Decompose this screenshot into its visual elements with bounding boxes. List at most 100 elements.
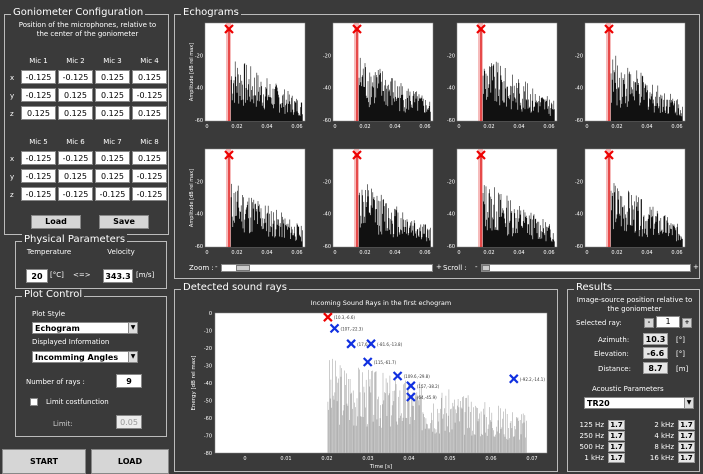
- num-rays-input[interactable]: 9: [116, 374, 142, 388]
- mic-coordinate-input[interactable]: -0.125: [21, 88, 56, 102]
- y-tick-label: -20: [447, 179, 455, 185]
- mic-coordinate-input[interactable]: -0.125: [58, 151, 93, 165]
- mic-header: Mic 5: [29, 138, 48, 146]
- echogram-plot: -20 -40 -600 0.02 0.04 0.06: [575, 148, 686, 256]
- y-tick-label: -20: [447, 53, 455, 59]
- x-tick-label: 0.04: [513, 124, 524, 130]
- mic-coordinate-input[interactable]: -0.125: [58, 70, 93, 84]
- mic-coordinate-input[interactable]: 0.125: [95, 88, 130, 102]
- results-description: Image-source position relative to the go…: [576, 296, 693, 313]
- ray-marker[interactable]: (-92.2,-14.1): [509, 374, 546, 384]
- mic-header: Mic 2: [66, 57, 85, 65]
- goniometer-panel: Goniometer Configuration Position of the…: [4, 7, 169, 235]
- mic-coordinate-input[interactable]: -0.125: [95, 187, 130, 201]
- mic-coordinate-input[interactable]: 0.125: [132, 151, 167, 165]
- physical-panel: Physical Parameters Temperature Velocity…: [15, 234, 167, 289]
- mic-coordinate-input[interactable]: -0.125: [132, 187, 167, 201]
- mic-coordinate-input[interactable]: -0.125: [21, 169, 56, 183]
- mic-coordinate-input[interactable]: -0.125: [21, 70, 56, 84]
- elevation-unit: [°]: [676, 350, 685, 358]
- num-rays-label: Number of rays :: [26, 378, 85, 386]
- mic-coordinate-input[interactable]: 0.125: [132, 106, 167, 120]
- plot-style-select[interactable]: Echogram ▼: [32, 322, 138, 334]
- echogram-plot: -20 -40 -600 0.02 0.04 0.06: [447, 148, 558, 256]
- x-tick-label: 0.06: [419, 124, 430, 130]
- selected-ray-input[interactable]: 1: [656, 316, 680, 328]
- mic-coordinate-input[interactable]: 0.125: [95, 70, 130, 84]
- band-value: 1.7: [608, 453, 625, 463]
- zoom-slider-thumb[interactable]: [236, 265, 250, 271]
- mic-coordinate-input[interactable]: 0.125: [58, 88, 93, 102]
- mic-header: Mic 1: [29, 57, 48, 65]
- mic-coordinate-input[interactable]: 0.125: [95, 106, 130, 120]
- x-tick-label: 0.02: [359, 124, 370, 130]
- mic-coordinate-input[interactable]: -0.125: [132, 88, 167, 102]
- x-tick-label: 0.06: [671, 250, 682, 256]
- y-tick-label: -70: [204, 434, 212, 440]
- ray-marker-label: (115,-61.7): [374, 360, 397, 365]
- distance-unit: [m]: [676, 365, 689, 373]
- ray-next-button[interactable]: +: [682, 318, 692, 328]
- scroll-plus[interactable]: +: [693, 263, 699, 271]
- load-config-button[interactable]: Load: [31, 215, 81, 229]
- mic-coordinate-input[interactable]: 0.125: [21, 106, 56, 120]
- mic-coordinate-input[interactable]: 0.125: [132, 70, 167, 84]
- x-tick-label: 0: [585, 250, 588, 256]
- save-config-button[interactable]: Save: [99, 215, 149, 229]
- scroll-slider[interactable]: [481, 264, 691, 272]
- chevron-down-icon: ▼: [684, 398, 693, 408]
- mic-coordinate-input[interactable]: -0.125: [132, 169, 167, 183]
- y-tick-label: -40: [447, 86, 455, 92]
- band-value: 1.7: [678, 431, 695, 441]
- load-button[interactable]: LOAD: [91, 449, 169, 474]
- y-tick-label: -20: [575, 53, 583, 59]
- zoom-label: Zoom :: [189, 264, 214, 272]
- mic-coordinate-input[interactable]: -0.125: [21, 187, 56, 201]
- x-axis-label: Time [s]: [369, 464, 392, 470]
- mic-coordinate-input[interactable]: -0.125: [21, 151, 56, 165]
- echogram-grid: -20-40-600 0.02 0.04 0.06Amplitude [dB rel …: [189, 22, 686, 256]
- scroll-minus[interactable]: -: [475, 263, 478, 271]
- mic-coordinate-input[interactable]: 0.125: [95, 151, 130, 165]
- zoom-slider[interactable]: [221, 264, 433, 272]
- ray-marker[interactable]: (109.6,-29.8): [392, 371, 431, 381]
- x-tick-label: 0.06: [485, 456, 496, 462]
- y-tick-label: -30: [204, 364, 212, 370]
- mic-coordinate-input[interactable]: 0.125: [58, 106, 93, 120]
- band-value: 1.7: [608, 442, 625, 452]
- acoustic-value: TR20: [587, 399, 610, 408]
- scroll-slider-thumb[interactable]: [482, 265, 490, 271]
- band-label: 1 kHz: [584, 454, 604, 462]
- plot-title: Incoming Sound Rays in the first echogra…: [311, 299, 452, 307]
- x-tick-label: 0.07: [526, 456, 537, 462]
- limit-input[interactable]: 0.05: [116, 415, 142, 429]
- zoom-minus[interactable]: -: [215, 263, 218, 271]
- velocity-input[interactable]: 343.3: [103, 269, 133, 283]
- acoustic-select[interactable]: TR20 ▼: [584, 397, 694, 409]
- mic-coordinate-input[interactable]: 0.125: [58, 169, 93, 183]
- x-tick-label: 0: [457, 250, 460, 256]
- ray-marker-label: (64,-45.9): [417, 395, 437, 400]
- y-tick-label: -50: [204, 399, 212, 405]
- acoustic-label: Acoustic Parameters: [592, 385, 664, 393]
- limit-checkbox[interactable]: [30, 398, 38, 406]
- mic-coordinate-input[interactable]: -0.125: [58, 187, 93, 201]
- y-tick-label: -20: [575, 179, 583, 185]
- x-tick-label: 0.02: [611, 124, 622, 130]
- start-button[interactable]: START: [2, 449, 86, 474]
- plot-style-value: Echogram: [35, 324, 80, 333]
- x-tick-label: 0.02: [231, 250, 242, 256]
- results-title: Results: [574, 282, 615, 293]
- echogram-plot: -20 -40 -600 0.02 0.04 0.06: [323, 148, 434, 256]
- zoom-plus[interactable]: +: [436, 263, 442, 271]
- x-tick-label: 0.04: [403, 456, 414, 462]
- displayed-info-select[interactable]: Incomming Angles ▼: [32, 351, 138, 363]
- ray-prev-button[interactable]: -: [644, 318, 654, 328]
- x-tick-label: 0.06: [419, 250, 430, 256]
- ray-marker[interactable]: (-81.6,-13.8): [366, 339, 403, 349]
- x-tick-label: 0.04: [641, 124, 652, 130]
- x-tick-label: 0.02: [483, 250, 494, 256]
- temperature-input[interactable]: 20: [26, 269, 48, 283]
- scroll-label: Scroll :: [443, 264, 467, 272]
- mic-coordinate-input[interactable]: 0.125: [95, 169, 130, 183]
